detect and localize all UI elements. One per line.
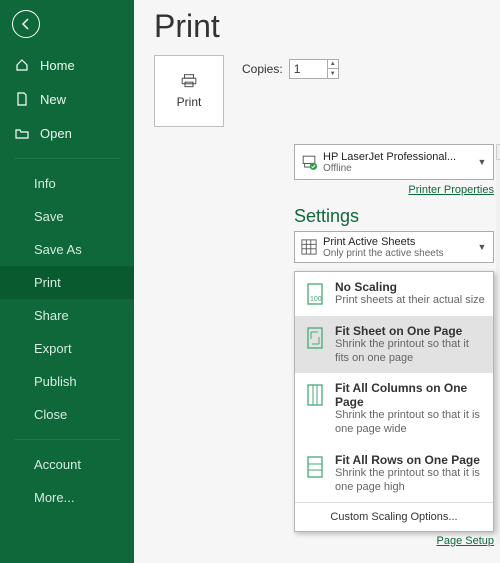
copies-label: Copies: — [242, 62, 283, 76]
page-setup-link[interactable]: Page Setup — [294, 535, 494, 547]
sidebar-item-more[interactable]: More... — [0, 481, 134, 514]
chevron-down-icon: ▼ — [475, 157, 489, 167]
scaling-option-no-scaling[interactable]: 100 No Scaling Print sheets at their act… — [295, 272, 493, 316]
sidebar-item-close[interactable]: Close — [0, 398, 134, 431]
copies-value: 1 — [290, 62, 327, 76]
sidebar-item-publish[interactable]: Publish — [0, 365, 134, 398]
printer-status-icon — [301, 154, 317, 170]
fit-sheet-icon — [303, 324, 327, 366]
sidebar-item-info[interactable]: Info — [0, 167, 134, 200]
backstage-sidebar: Home New Open Info Save Save As Print Sh… — [0, 0, 134, 563]
sidebar-item-save[interactable]: Save — [0, 200, 134, 233]
copies-spin-up[interactable]: ▲ — [327, 59, 338, 69]
sidebar-item-account[interactable]: Account — [0, 448, 134, 481]
file-icon — [14, 91, 30, 107]
print-button-label: Print — [177, 95, 202, 109]
print-what-selector[interactable]: Print Active Sheets Only print the activ… — [294, 231, 494, 263]
sidebar-item-saveas[interactable]: Save As — [0, 233, 134, 266]
home-icon — [14, 57, 30, 73]
printer-properties-link[interactable]: Printer Properties — [294, 184, 494, 196]
chevron-down-icon: ▼ — [475, 242, 489, 252]
sidebar-label-home: Home — [40, 58, 75, 73]
print-backstage-main: Print Print Copies: 1 ▲ ▼ — [134, 0, 500, 563]
sidebar-item-open[interactable]: Open — [0, 116, 134, 150]
fit-columns-icon — [303, 381, 327, 437]
sheets-icon — [301, 239, 317, 255]
printer-status: Offline — [323, 163, 469, 174]
settings-scrollbar[interactable]: ▲ — [496, 144, 500, 544]
printer-name: HP LaserJet Professional... — [323, 151, 469, 163]
scaling-dropdown: 100 No Scaling Print sheets at their act… — [294, 271, 494, 532]
sidebar-separator — [14, 439, 120, 440]
page-title: Print — [154, 8, 500, 45]
no-scaling-icon: 100 — [303, 280, 327, 308]
sidebar-item-print[interactable]: Print — [0, 266, 134, 299]
fit-rows-icon — [303, 453, 327, 495]
scroll-up-button[interactable]: ▲ — [496, 144, 500, 160]
custom-scaling-options[interactable]: Custom Scaling Options... — [295, 502, 493, 531]
folder-open-icon — [14, 125, 30, 141]
scaling-option-fit-sheet[interactable]: Fit Sheet on One Page Shrink the printou… — [295, 316, 493, 374]
back-button[interactable] — [12, 10, 40, 38]
print-button[interactable]: Print — [154, 55, 224, 127]
copies-input[interactable]: 1 ▲ ▼ — [289, 59, 339, 79]
sidebar-label-open: Open — [40, 126, 72, 141]
copies-spin-down[interactable]: ▼ — [327, 69, 338, 79]
sidebar-separator — [14, 158, 120, 159]
sidebar-item-home[interactable]: Home — [0, 48, 134, 82]
printer-selector[interactable]: HP LaserJet Professional... Offline ▼ — [294, 144, 494, 180]
sidebar-item-export[interactable]: Export — [0, 332, 134, 365]
sidebar-item-share[interactable]: Share — [0, 299, 134, 332]
sidebar-item-new[interactable]: New — [0, 82, 134, 116]
sidebar-label-new: New — [40, 92, 66, 107]
scaling-option-fit-columns[interactable]: Fit All Columns on One Page Shrink the p… — [295, 373, 493, 445]
printer-icon — [181, 73, 197, 89]
svg-text:100: 100 — [310, 296, 322, 303]
settings-heading: Settings — [294, 206, 494, 227]
scaling-option-fit-rows[interactable]: Fit All Rows on One Page Shrink the prin… — [295, 445, 493, 503]
